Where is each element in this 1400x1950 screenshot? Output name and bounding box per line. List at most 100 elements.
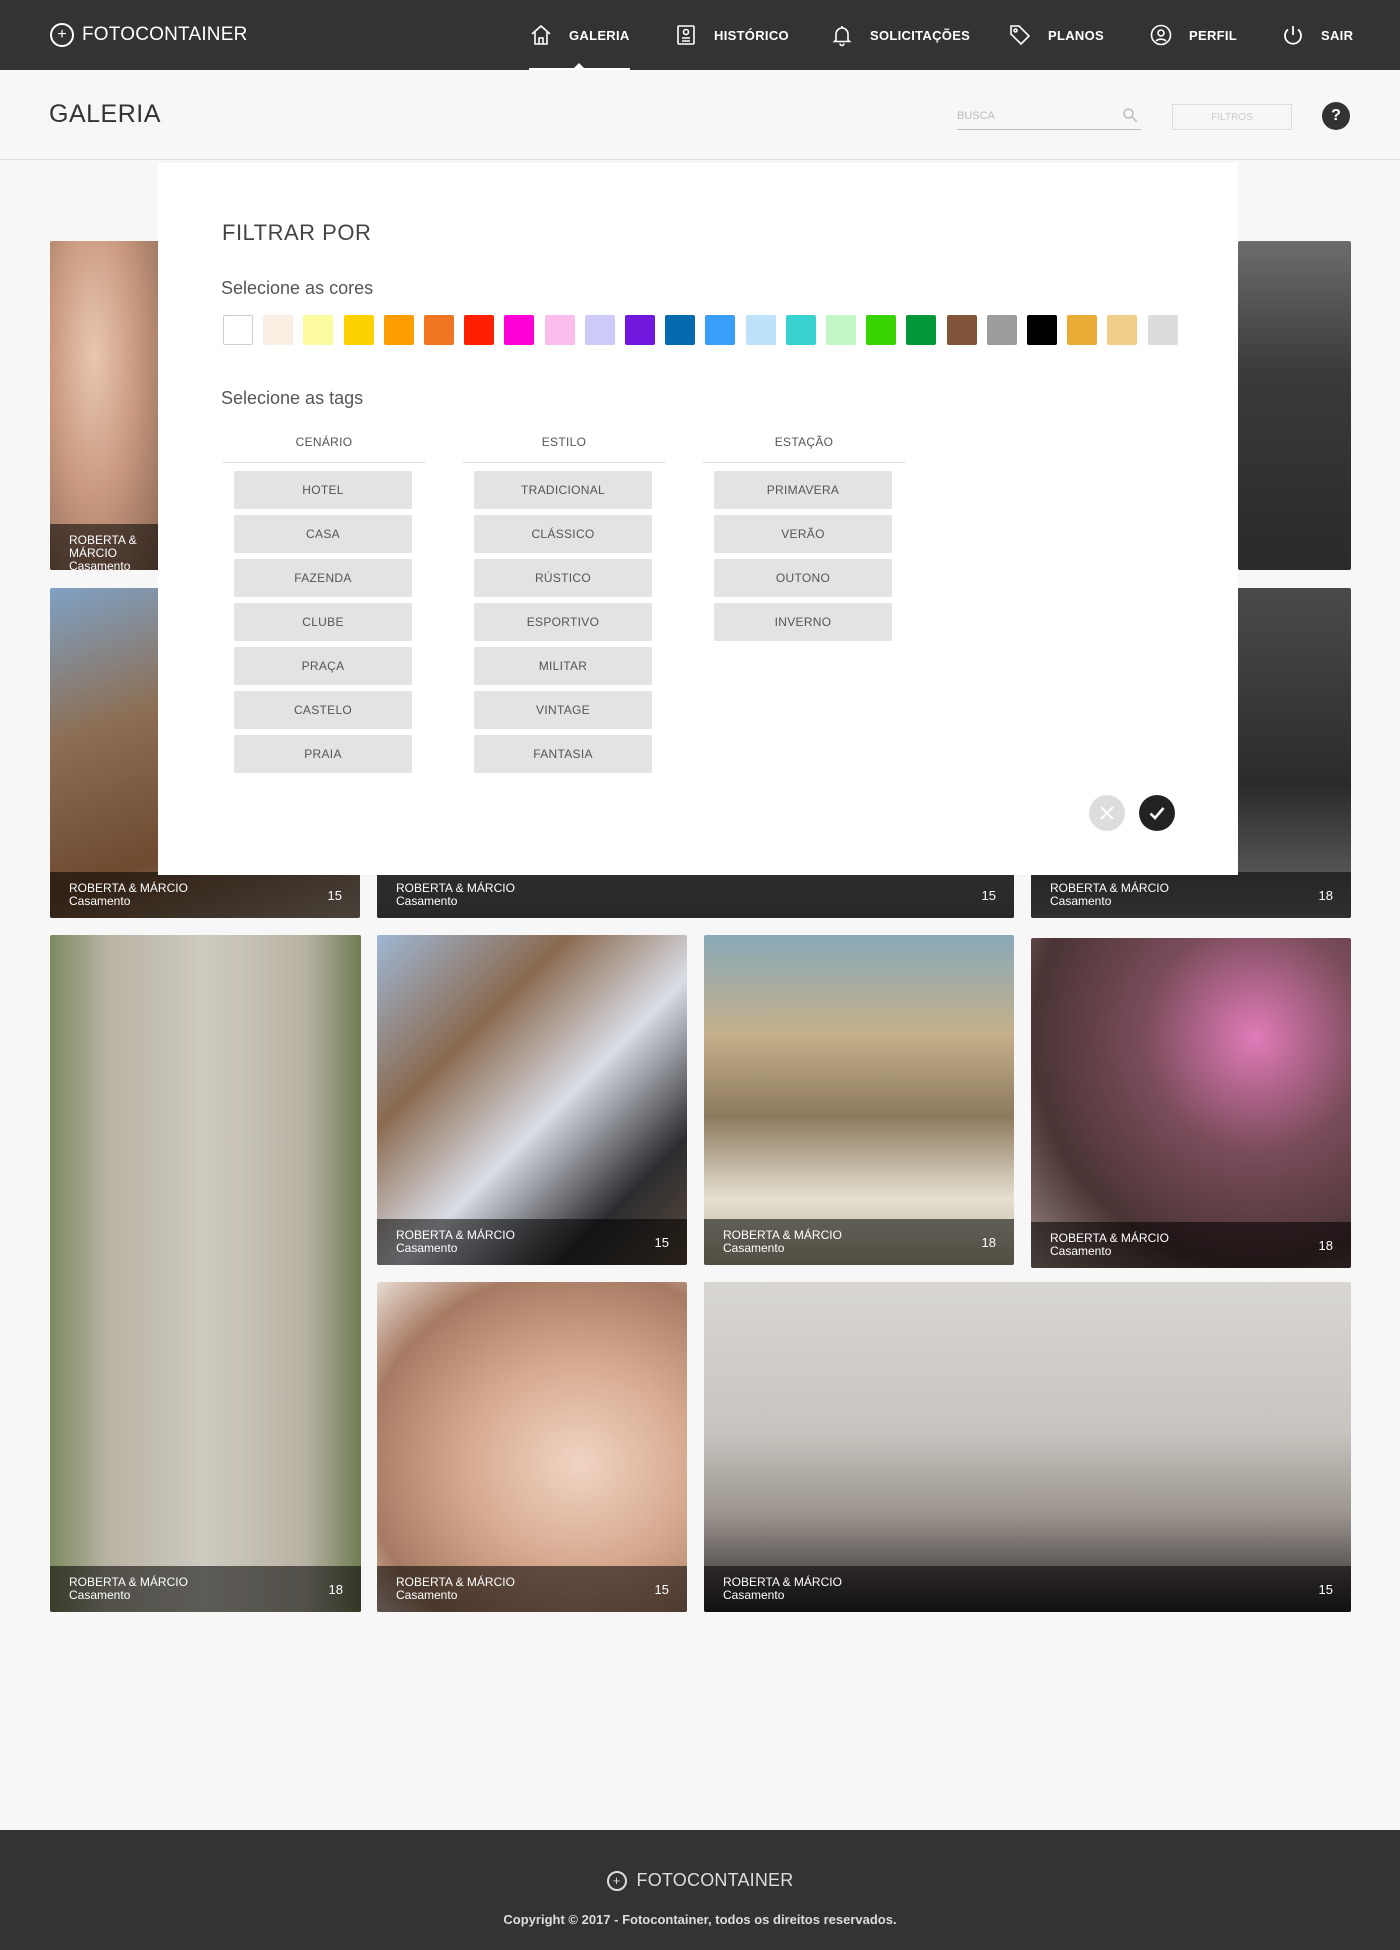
photo-bw-interior xyxy=(1238,241,1351,570)
tag-button[interactable]: CLÁSSICO xyxy=(474,515,652,553)
card-caption: ROBERTA & MÁRCIO Casamento 18 xyxy=(1031,1222,1351,1268)
logo-plus-icon: + xyxy=(606,1870,627,1891)
nav-label: GALERIA xyxy=(569,27,630,43)
nav-label: SOLICITAÇÕES xyxy=(870,27,971,43)
tag-button[interactable]: VERÃO xyxy=(714,515,892,553)
gallery-card[interactable]: ROBERTA & MÁRCIO Casamento 15 xyxy=(377,935,687,1265)
history-icon xyxy=(677,25,695,45)
nav-label: PLANOS xyxy=(1048,27,1104,43)
color-swatch[interactable] xyxy=(544,315,575,345)
tag-button[interactable]: ESPORTIVO xyxy=(474,603,652,641)
tag-button[interactable]: PRAIA xyxy=(234,735,412,773)
logo-plus-icon: + xyxy=(50,23,74,47)
tag-button[interactable]: VINTAGE xyxy=(474,691,652,729)
color-swatch[interactable] xyxy=(263,315,294,345)
gallery-card[interactable]: ROBERTA & MÁRCIO Casamento 15 xyxy=(377,1282,687,1612)
tag-button[interactable]: CASTELO xyxy=(234,691,412,729)
tag-button[interactable]: FAZENDA xyxy=(234,559,412,597)
color-swatch[interactable] xyxy=(383,315,414,345)
card-subtitle: Casamento xyxy=(723,1241,785,1255)
gallery-card[interactable]: ROBERTA & MÁRCIO Casamento 18 xyxy=(50,935,361,1612)
tag-button[interactable]: PRIMAVERA xyxy=(714,471,892,509)
filter-button[interactable]: FILTROS xyxy=(1172,104,1292,130)
color-swatch[interactable] xyxy=(866,315,897,345)
gallery-card[interactable]: ROBERTA & MÁRCIO Casamento xyxy=(50,241,160,570)
check-icon xyxy=(1149,807,1165,820)
search-input[interactable] xyxy=(957,104,1107,128)
footer-logo[interactable]: + FOTOCONTAINER xyxy=(0,1870,1400,1891)
card-subtitle: Casamento xyxy=(69,1588,131,1602)
tag-button[interactable]: HOTEL xyxy=(234,471,412,509)
color-swatch[interactable] xyxy=(504,315,535,345)
color-swatch[interactable] xyxy=(1147,315,1178,345)
nav-item-galeria[interactable]: GALERIA xyxy=(529,0,630,70)
color-swatch[interactable] xyxy=(343,315,374,345)
photo-count: 18 xyxy=(1318,1238,1333,1253)
nav-item-sair[interactable]: SAIR xyxy=(1281,0,1353,70)
photo-couple-kiss xyxy=(377,935,687,1265)
tags-label: Selecione as tags xyxy=(221,388,364,408)
help-button[interactable]: ? xyxy=(1322,102,1350,130)
page-header: GALERIA FILTROS ? xyxy=(0,70,1400,160)
footer-brand: FOTOCONTAINER xyxy=(636,1870,794,1890)
tag-button[interactable]: PRAÇA xyxy=(234,647,412,685)
card-caption: ROBERTA & MÁRCIO Casamento 15 xyxy=(377,872,1014,918)
color-swatch[interactable] xyxy=(584,315,615,345)
nav-item-perfil[interactable]: PERFIL xyxy=(1149,0,1237,70)
card-subtitle: Casamento xyxy=(723,1588,785,1602)
card-caption: ROBERTA & MÁRCIO Casamento 18 xyxy=(50,1566,361,1612)
tag-button[interactable]: FANTASIA xyxy=(474,735,652,773)
color-swatch[interactable] xyxy=(785,315,816,345)
nav-item-planos[interactable]: PLANOS xyxy=(1008,0,1104,70)
color-swatch[interactable] xyxy=(1107,315,1138,345)
color-swatch[interactable] xyxy=(705,315,736,345)
home-icon xyxy=(531,24,551,45)
color-swatch[interactable] xyxy=(665,315,696,345)
nav-item-historico[interactable]: HISTÓRICO xyxy=(674,0,789,70)
color-swatch[interactable] xyxy=(223,315,253,345)
gallery-card[interactable]: ROBERTA & MÁRCIO Casamento 15 xyxy=(704,1282,1351,1612)
apply-button[interactable] xyxy=(1139,795,1175,831)
color-swatch[interactable] xyxy=(986,315,1017,345)
tag-button[interactable]: CLUBE xyxy=(234,603,412,641)
color-swatch[interactable] xyxy=(946,315,977,345)
tag-button[interactable]: TRADICIONAL xyxy=(474,471,652,509)
close-icon xyxy=(1100,806,1114,820)
color-swatch[interactable] xyxy=(464,315,495,345)
gallery-card[interactable]: ROBERTA & MÁRCIO Casamento 18 xyxy=(704,935,1014,1265)
color-swatch[interactable] xyxy=(303,315,334,345)
tag-button[interactable]: MILITAR xyxy=(474,647,652,685)
card-caption: ROBERTA & MÁRCIO Casamento 15 xyxy=(377,1566,687,1612)
photo-count: 18 xyxy=(328,1582,343,1597)
app-logo[interactable]: + FOTOCONTAINER xyxy=(50,22,248,48)
tag-group-title: CENÁRIO xyxy=(223,435,425,463)
tag-button[interactable]: RÚSTICO xyxy=(474,559,652,597)
color-swatch[interactable] xyxy=(424,315,454,345)
tag-button[interactable]: CASA xyxy=(234,515,412,553)
gallery-card[interactable]: ROBERTA & MÁRCIO Casamento 18 xyxy=(1031,938,1351,1268)
color-swatch[interactable] xyxy=(1027,315,1057,345)
card-title: ROBERTA & MÁRCIO xyxy=(723,1575,842,1589)
photo-count: 18 xyxy=(981,1235,996,1250)
search-icon[interactable] xyxy=(1121,106,1139,124)
color-swatch[interactable] xyxy=(826,315,856,345)
color-swatch[interactable] xyxy=(906,315,937,345)
power-icon xyxy=(1284,26,1302,45)
color-swatch[interactable] xyxy=(745,315,776,345)
tag-button[interactable]: INVERNO xyxy=(714,603,892,641)
bell-icon xyxy=(832,26,852,47)
cancel-button[interactable] xyxy=(1089,795,1125,831)
nav-label: HISTÓRICO xyxy=(714,27,789,43)
card-subtitle: Casamento xyxy=(1050,1244,1112,1258)
color-swatch[interactable] xyxy=(625,315,655,345)
modal-title: FILTRAR POR xyxy=(222,220,372,245)
tag-group-title: ESTAÇÃO xyxy=(703,435,905,463)
tag-group-cenario: CENÁRIO HOTEL CASA FAZENDA CLUBE PRAÇA CASTEL… xyxy=(223,435,425,773)
tag-button[interactable]: OUTONO xyxy=(714,559,892,597)
gallery-card[interactable] xyxy=(1238,241,1351,570)
nav-item-solicitacoes[interactable]: SOLICITAÇÕES xyxy=(830,0,970,70)
top-navbar: + FOTOCONTAINER GALERIA HISTÓRICO SOLICI… xyxy=(0,0,1400,70)
photo-couple-poolside xyxy=(704,1282,1351,1612)
photo-count: 15 xyxy=(327,888,342,903)
color-swatch[interactable] xyxy=(1067,315,1098,345)
